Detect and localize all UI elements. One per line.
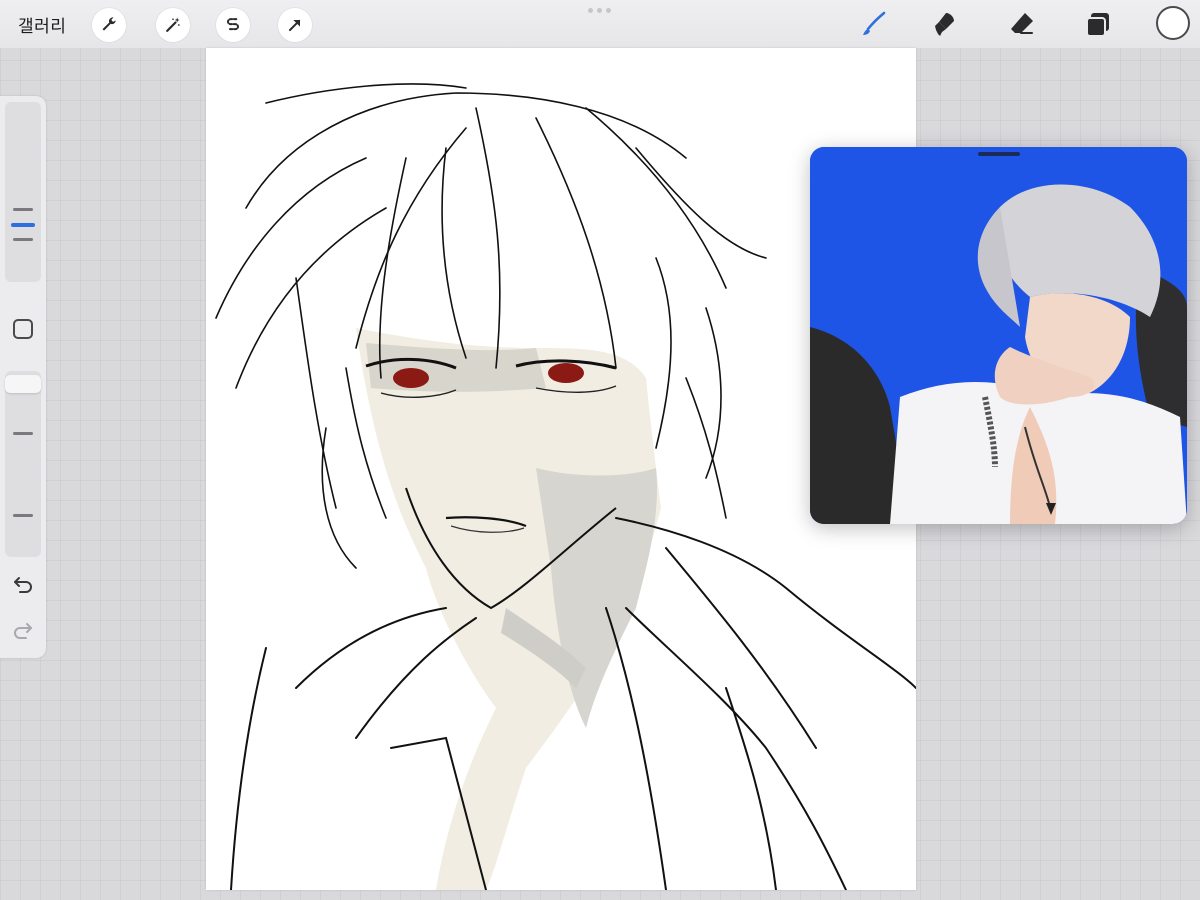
layers-icon[interactable] <box>1080 6 1116 42</box>
brush-icon[interactable] <box>856 6 892 42</box>
opacity-slider-handle[interactable] <box>5 375 41 393</box>
magic-wand-icon[interactable] <box>156 8 190 42</box>
reference-window-handle[interactable] <box>978 152 1020 156</box>
opacity-slider[interactable] <box>5 371 41 557</box>
reference-window[interactable] <box>810 147 1187 524</box>
color-picker-swatch[interactable] <box>1156 6 1190 40</box>
gallery-button[interactable]: 갤러리 <box>18 12 66 37</box>
selection-icon[interactable] <box>216 8 250 42</box>
toolbar-grabber[interactable] <box>588 8 611 13</box>
modify-button-icon[interactable] <box>13 319 33 339</box>
top-toolbar: 갤러리 <box>0 0 1200 48</box>
reference-image <box>810 147 1187 524</box>
eraser-icon[interactable] <box>1004 6 1040 42</box>
brush-size-slider[interactable] <box>5 102 41 282</box>
undo-icon[interactable] <box>11 572 35 596</box>
redo-icon[interactable] <box>11 618 35 642</box>
smudge-icon[interactable] <box>926 6 962 42</box>
brush-size-indicator[interactable] <box>11 223 35 227</box>
transform-arrow-icon[interactable] <box>278 8 312 42</box>
left-sidebar <box>0 96 46 658</box>
wrench-icon[interactable] <box>92 8 126 42</box>
